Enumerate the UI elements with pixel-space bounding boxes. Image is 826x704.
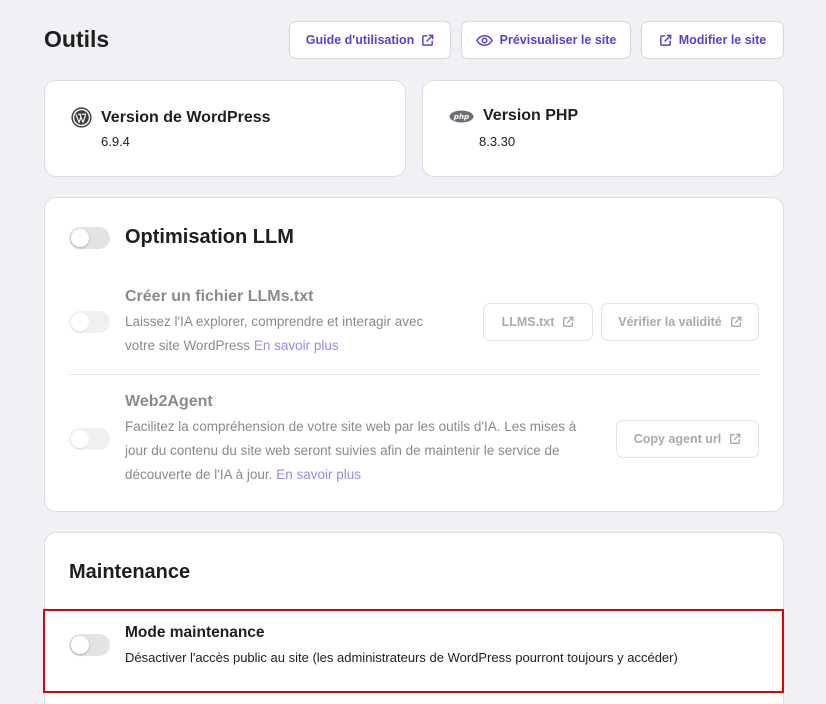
web2agent-toggle[interactable] [69, 428, 110, 450]
php-version-value: 8.3.30 [479, 134, 516, 149]
tools-page: Outils Guide d'utilisation Prévisualiser… [0, 0, 826, 704]
preview-site-button[interactable]: Prévisualiser le site [461, 21, 631, 59]
verify-validity-button[interactable]: Vérifier la validité [601, 303, 759, 341]
eye-icon [475, 34, 493, 46]
highlight-box [43, 609, 784, 693]
copy-agent-url-label: Copy agent url [633, 432, 722, 446]
llms-txt-description: Laissez l'IA explorer, comprendre et int… [125, 310, 475, 358]
verify-validity-label: Vérifier la validité [618, 315, 722, 329]
llms-txt-title: Créer un fichier LLMs.txt [125, 288, 314, 305]
guide-button[interactable]: Guide d'utilisation [289, 21, 451, 59]
llms-txt-button[interactable]: LLMS.txt [483, 303, 593, 341]
php-version-card: php Version PHP 8.3.30 [422, 80, 784, 177]
llms-txt-button-label: LLMS.txt [501, 315, 555, 329]
section-divider [69, 374, 759, 375]
edit-site-button[interactable]: Modifier le site [641, 21, 784, 59]
wordpress-version-card: Version de WordPress 6.9.4 [44, 80, 406, 177]
php-icon: php [449, 110, 474, 122]
guide-button-label: Guide d'utilisation [305, 33, 415, 47]
web2agent-desc-line2: jour du contenu du site web seront suivi… [125, 443, 560, 458]
web2agent-desc-line3: découverte de l'IA à jour. [125, 467, 273, 482]
llms-txt-learn-more-link[interactable]: En savoir plus [254, 338, 339, 353]
web2agent-title: Web2Agent [125, 393, 213, 410]
external-link-icon [422, 34, 434, 46]
web2agent-learn-more-link[interactable]: En savoir plus [276, 467, 361, 482]
web2agent-desc-line1: Facilitez la compréhension de votre site… [125, 419, 577, 434]
llms-txt-desc-line2: votre site WordPress [125, 338, 251, 353]
llm-optimisation-toggle[interactable] [69, 227, 110, 249]
wordpress-version-value: 6.9.4 [101, 134, 130, 149]
svg-text:php: php [453, 112, 469, 121]
preview-site-label: Prévisualiser le site [499, 33, 617, 47]
web2agent-description: Facilitez la compréhension de votre site… [125, 415, 605, 487]
toggle-knob [71, 313, 89, 331]
php-version-heading: php Version PHP [449, 107, 578, 125]
edit-site-label: Modifier le site [678, 33, 767, 47]
wordpress-icon [71, 107, 92, 128]
toggle-knob [71, 430, 89, 448]
wordpress-version-label: Version de WordPress [101, 108, 271, 126]
llms-txt-toggle[interactable] [69, 311, 110, 333]
external-link-icon [730, 433, 741, 444]
llm-optimisation-title: Optimisation LLM [125, 226, 294, 248]
php-version-label: Version PHP [483, 107, 579, 124]
toggle-knob [71, 229, 89, 247]
external-link-icon [730, 316, 742, 327]
page-title: Outils [44, 26, 110, 52]
maintenance-title: Maintenance [69, 561, 191, 583]
external-link-icon [659, 34, 672, 46]
external-link-icon [563, 316, 574, 327]
wordpress-version-heading: Version de WordPress [71, 107, 271, 128]
copy-agent-url-button[interactable]: Copy agent url [616, 420, 759, 458]
llms-txt-desc-line1: Laissez l'IA explorer, comprendre et int… [125, 314, 424, 329]
